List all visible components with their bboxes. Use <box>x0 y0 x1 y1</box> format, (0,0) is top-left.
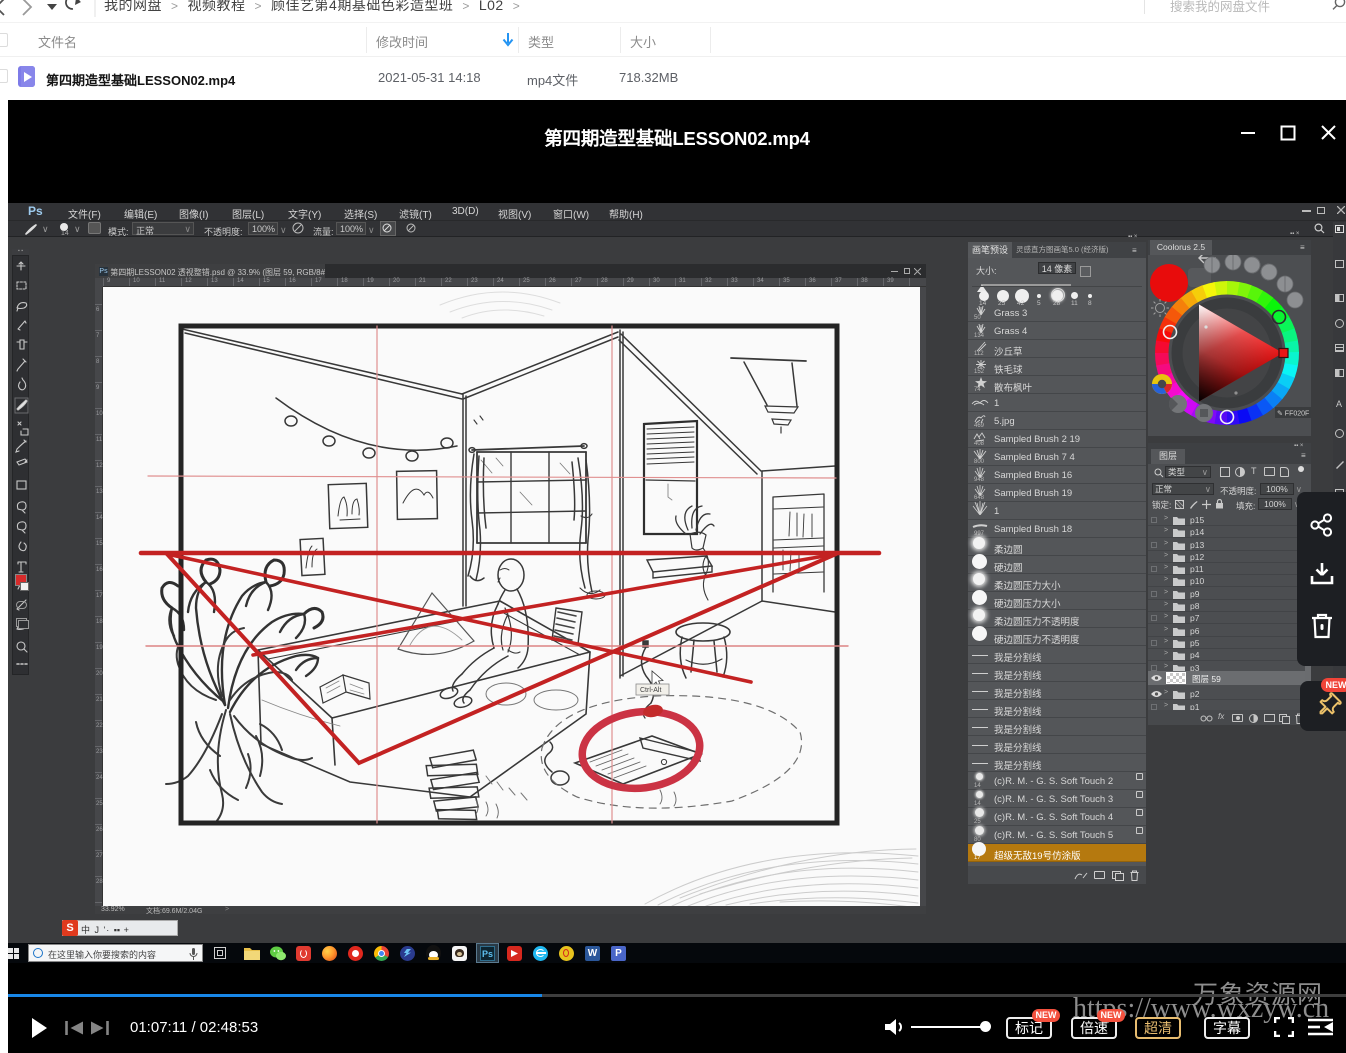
svg-text:✎ FF020F: ✎ FF020F <box>1277 411 1309 418</box>
svg-text:Ctrl-Alt: Ctrl-Alt <box>640 687 661 694</box>
